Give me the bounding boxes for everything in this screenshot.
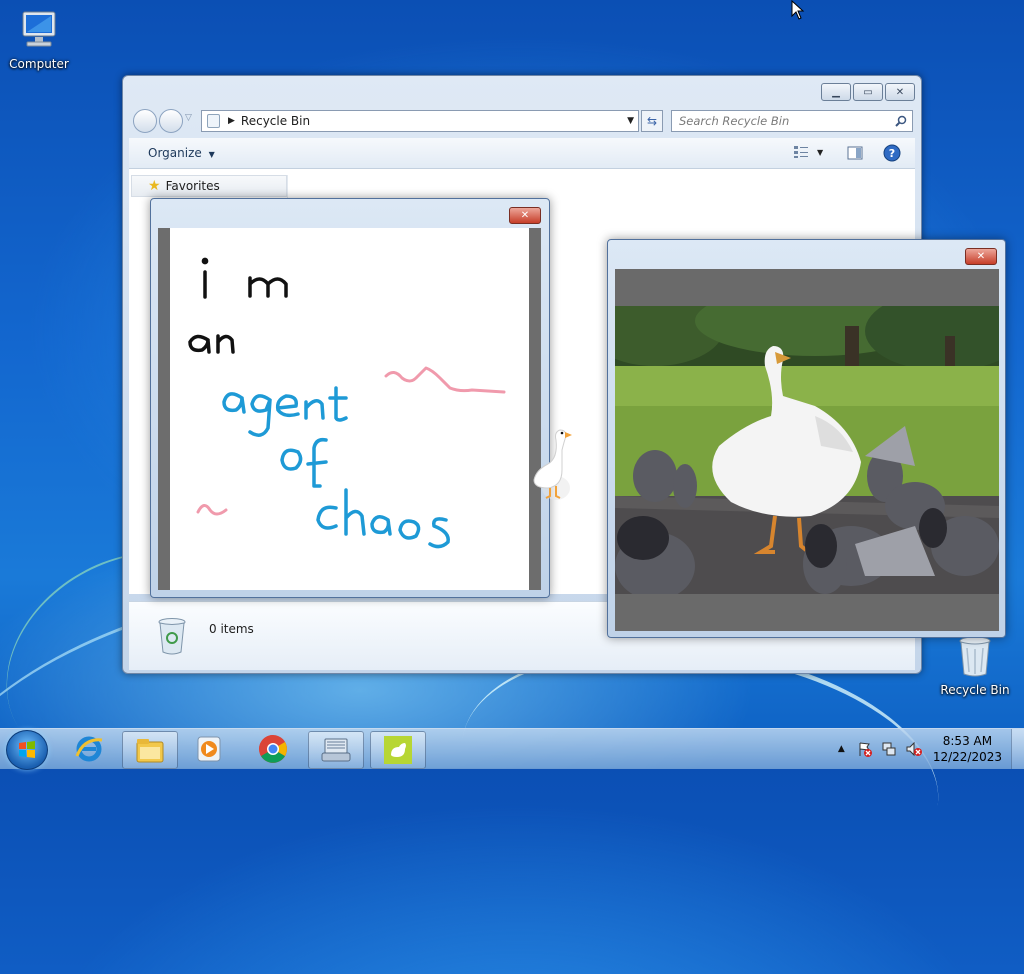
desktop-icon-computer[interactable]: Computer [1, 10, 77, 71]
goose-sprite-icon[interactable] [532, 422, 576, 502]
preview-pane-button[interactable] [847, 146, 863, 160]
star-icon: ★ [148, 178, 161, 194]
maximize-icon: ▭ [863, 86, 873, 98]
volume-muted-icon[interactable] [905, 741, 923, 757]
action-center-flag-icon[interactable] [857, 741, 873, 757]
command-bar: Organize ▼ ▼ ? [129, 138, 915, 169]
favorites-node[interactable]: ★ Favorites [131, 175, 287, 197]
clock-date: 12/22/2023 [932, 750, 1002, 764]
minimize-icon: ▁ [832, 86, 840, 98]
refresh-icon: ⇆ [646, 114, 658, 128]
taskbar-internet-explorer[interactable] [62, 731, 116, 767]
svg-text:?: ? [889, 147, 895, 160]
refresh-button[interactable]: ⇆ [641, 110, 663, 132]
desktop-icon-label: Recycle Bin [940, 683, 1010, 697]
desktop-icon-label: Computer [9, 57, 69, 71]
show-desktop-button[interactable] [1011, 729, 1024, 769]
video-goose-pigeons-image [615, 306, 999, 594]
minimize-button[interactable]: ▁ [821, 83, 851, 101]
search-input[interactable]: Search Recycle Bin [671, 110, 913, 132]
pink-scribble [196, 504, 228, 516]
item-count: 0 items [209, 622, 254, 636]
windows-logo-icon [19, 741, 35, 758]
mouse-cursor-icon [791, 0, 805, 20]
computer-icon [22, 11, 56, 47]
favorites-label: Favorites [165, 179, 220, 193]
back-button[interactable] [133, 109, 157, 133]
breadcrumb-arrow-icon: ▶ [228, 116, 235, 126]
search-icon [895, 115, 907, 127]
drawing-window[interactable]: ✕ i m an [150, 198, 550, 598]
recent-pages-chevron-icon[interactable]: ▽ [185, 113, 192, 123]
taskbar-explorer[interactable] [122, 731, 178, 769]
video-frame [615, 269, 999, 631]
close-icon: ✕ [520, 210, 530, 221]
pink-scribble [384, 366, 506, 394]
system-tray: ▲ 8:53 AM 12/22/2023 [838, 729, 1002, 769]
taskbar-goose-app[interactable] [370, 731, 426, 769]
desktop-icon-recycle-bin[interactable]: Recycle Bin [937, 634, 1013, 697]
media-player-icon [197, 736, 221, 762]
close-button[interactable]: ✕ [885, 83, 915, 101]
drawing-canvas[interactable]: i m an agent of ch [170, 228, 529, 590]
close-icon: ✕ [895, 86, 905, 98]
network-icon[interactable] [881, 741, 897, 757]
handwriting-drawing: i m an agent of ch [188, 257, 506, 549]
view-list-icon [794, 146, 808, 158]
navigation-bar: ▽ ▶ Recycle Bin ▼ ⇆ Search Recycle Bin [131, 106, 915, 134]
explorer-icon [136, 739, 164, 763]
internet-explorer-icon [75, 736, 103, 762]
taskbar: ▲ 8:53 AM 12/22/2023 [0, 728, 1024, 770]
recycle-bin-icon [158, 618, 186, 655]
close-button[interactable]: ✕ [965, 248, 997, 265]
chevron-down-icon: ▼ [817, 147, 824, 157]
taskbar-chrome[interactable] [246, 731, 300, 767]
goose-app-icon [384, 736, 412, 764]
show-hidden-icons-button[interactable]: ▲ [838, 744, 845, 754]
address-dropdown-icon[interactable]: ▼ [627, 116, 634, 126]
clock[interactable]: 8:53 AM 12/22/2023 [933, 733, 1002, 765]
search-placeholder: Search Recycle Bin [679, 114, 790, 128]
clock-time: 8:53 AM [942, 734, 993, 748]
address-text: Recycle Bin [240, 114, 311, 128]
close-icon: ✕ [976, 251, 986, 262]
recycle-bin-icon [959, 636, 991, 677]
organize-label: Organize [148, 146, 202, 160]
forward-button[interactable] [159, 109, 183, 133]
organize-button[interactable]: Organize ▼ [148, 146, 215, 160]
keyboard-icon [321, 738, 351, 762]
chevron-down-icon: ▼ [208, 150, 215, 159]
drawing-frame: i m an agent of ch [158, 228, 541, 590]
start-button[interactable] [6, 730, 48, 770]
taskbar-on-screen-keyboard[interactable] [308, 731, 364, 769]
taskbar-media-player[interactable] [182, 731, 236, 767]
view-options-button[interactable]: ▼ [793, 145, 823, 159]
window-controls: ▁ ▭ ✕ [821, 83, 915, 101]
help-icon[interactable]: ? [883, 144, 901, 162]
video-window[interactable]: ✕ [607, 239, 1006, 638]
close-button[interactable]: ✕ [509, 207, 541, 224]
maximize-button[interactable]: ▭ [853, 83, 883, 101]
recycle-bin-small-icon [207, 114, 220, 128]
address-bar[interactable]: ▶ Recycle Bin ▼ [201, 110, 639, 132]
chrome-icon [259, 735, 287, 763]
